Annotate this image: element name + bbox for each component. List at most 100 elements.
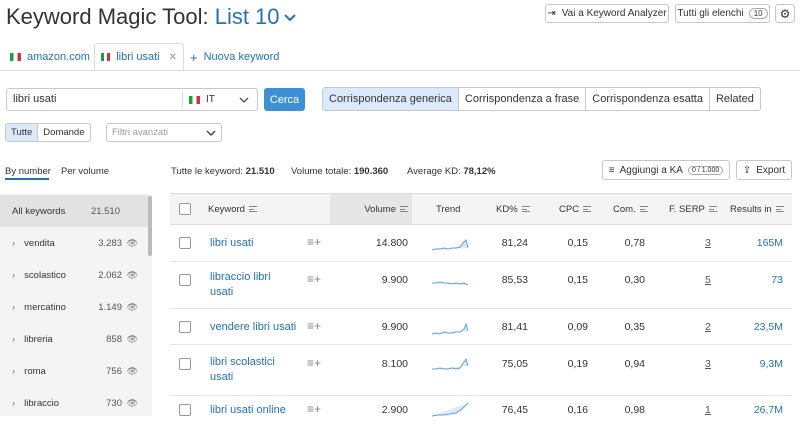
match-type-selector: Corrispondenza generica Corrispondenza a… xyxy=(322,87,761,111)
col-label: Com. xyxy=(613,203,636,215)
eye-icon[interactable]: 👁 xyxy=(127,366,138,377)
all-lists-label: Tutti gli elenchi xyxy=(677,8,744,19)
tab-amazon[interactable]: amazon.com xyxy=(10,43,90,71)
serp-features[interactable]: 5 xyxy=(705,274,711,286)
sidebar-item-label: libreria xyxy=(24,333,53,345)
volume-value: 9.900 xyxy=(381,274,408,286)
sidebar-item-all[interactable]: All keywords 21.510 xyxy=(0,195,148,227)
settings-button[interactable]: ⚙ xyxy=(775,4,795,23)
summary-kd: Average KD: 78,12% xyxy=(407,166,496,177)
col-cpc[interactable]: CPC xyxy=(559,194,592,224)
add-to-ka-button[interactable]: ≡ Aggiungi a KA 0 / 1.000 xyxy=(602,160,730,180)
country-select[interactable]: IT xyxy=(189,94,215,105)
keyword-link[interactable]: libri scolastici usati xyxy=(210,355,290,385)
add-to-list-icon[interactable]: ≡+ xyxy=(307,356,321,370)
match-phrase[interactable]: Corrispondenza a frase xyxy=(459,88,587,110)
summary-all: Tutte le keyword: 21.510 xyxy=(171,166,275,177)
export-button[interactable]: ⇪ Export xyxy=(736,160,792,180)
add-to-list-icon[interactable]: ≡+ xyxy=(307,272,321,286)
search-input[interactable]: libri usati IT xyxy=(6,88,258,111)
match-broad[interactable]: Corrispondenza generica xyxy=(323,88,459,110)
col-serp[interactable]: F. SERP xyxy=(669,194,717,224)
eye-icon[interactable]: 👁 xyxy=(127,334,138,345)
summary-kd-value: 78,12% xyxy=(463,166,496,177)
add-to-list-icon[interactable]: ≡+ xyxy=(307,235,321,249)
kd-value: 85,53 xyxy=(501,274,528,286)
close-icon[interactable]: ✕ xyxy=(169,52,177,63)
col-label: Results in xyxy=(730,203,772,215)
keyword-link[interactable]: libraccio libri usati xyxy=(210,270,290,300)
col-results[interactable]: Results in xyxy=(730,194,784,224)
match-related[interactable]: Related xyxy=(710,88,760,110)
add-to-list-icon[interactable]: ≡+ xyxy=(307,319,321,333)
row-checkbox[interactable] xyxy=(179,358,191,370)
serp-features[interactable]: 2 xyxy=(705,321,711,333)
sidebar-item-group[interactable]: › scolastico 2.062 👁 xyxy=(0,259,148,291)
gear-icon: ⚙ xyxy=(779,6,791,21)
add-ka-label: Aggiungi a KA xyxy=(619,164,683,176)
col-keyword[interactable]: Keyword xyxy=(208,194,257,224)
row-checkbox[interactable] xyxy=(179,404,191,416)
col-com[interactable]: Com. xyxy=(613,194,648,224)
cpc-value: 0,15 xyxy=(567,274,588,286)
advanced-filters-select[interactable]: Filtri avanzati xyxy=(106,123,222,142)
select-all-checkbox[interactable] xyxy=(179,203,191,215)
sidebar-item-count: 3.283 xyxy=(98,237,122,249)
tab-label: amazon.com xyxy=(27,51,90,63)
sidebar-item-group[interactable]: › vendita 3.283 👁 xyxy=(0,227,148,259)
col-label: F. SERP xyxy=(669,203,705,215)
tab-libri-usati[interactable]: libri usati ✕ xyxy=(94,43,184,71)
sidebar-item-label: All keywords xyxy=(12,205,66,217)
eye-icon[interactable]: 👁 xyxy=(127,398,138,409)
group-by-volume[interactable]: Per volume xyxy=(61,166,109,177)
results-link[interactable]: 9,3M xyxy=(748,358,783,370)
sidebar-item-count: 858 xyxy=(106,333,122,345)
serp-features[interactable]: 3 xyxy=(705,358,711,370)
new-keyword-tab[interactable]: + Nuova keyword xyxy=(190,43,279,71)
eye-icon[interactable]: 👁 xyxy=(127,238,138,249)
group-by-volume-label: Per volume xyxy=(61,166,110,177)
chevron-right-icon: › xyxy=(12,397,16,409)
search-button[interactable]: Cerca xyxy=(264,88,305,111)
row-checkbox[interactable] xyxy=(179,237,191,249)
sort-icon xyxy=(400,206,408,212)
eye-icon[interactable]: 👁 xyxy=(127,302,138,313)
sort-icon xyxy=(521,206,530,212)
keyword-analyzer-button[interactable]: ⇥ Vai a Keyword Analyzer xyxy=(545,4,669,23)
row-checkbox[interactable] xyxy=(179,274,191,286)
match-exact[interactable]: Corrispondenza esatta xyxy=(586,88,710,110)
add-to-list-icon[interactable]: ≡+ xyxy=(307,402,321,416)
trend-sparkline xyxy=(432,402,468,417)
arrow-right-icon: ⇥ xyxy=(547,8,556,19)
results-link[interactable]: 23,5M xyxy=(748,321,783,333)
keyword-link[interactable]: libri usati xyxy=(210,236,253,251)
eye-icon[interactable]: 👁 xyxy=(127,270,138,281)
results-link[interactable]: 26,7M xyxy=(748,404,783,416)
com-value: 0,98 xyxy=(624,404,645,416)
sidebar-item-group[interactable]: › libreria 858 👁 xyxy=(0,323,148,355)
filter-questions[interactable]: Domande xyxy=(38,124,89,141)
sidebar-item-group[interactable]: › libraccio 730 👁 xyxy=(0,387,148,419)
sidebar-item-count: 1.149 xyxy=(98,301,122,313)
group-by-number[interactable]: By number xyxy=(5,166,51,177)
volume-value: 14.800 xyxy=(375,237,408,249)
filter-all[interactable]: Tutte xyxy=(6,124,39,141)
col-label: KD% xyxy=(496,203,518,215)
advanced-filters-placeholder: Filtri avanzati xyxy=(112,127,168,138)
list-selector[interactable]: List 10 xyxy=(215,4,296,29)
sidebar-item-group[interactable]: › mercatino 1.149 👁 xyxy=(0,291,148,323)
col-kd[interactable]: KD% xyxy=(496,194,530,224)
col-volume[interactable]: Volume xyxy=(330,194,412,224)
row-checkbox[interactable] xyxy=(179,321,191,333)
serp-features[interactable]: 3 xyxy=(705,237,711,249)
all-lists-button[interactable]: Tutti gli elenchi 10 xyxy=(675,4,770,23)
serp-features[interactable]: 1 xyxy=(705,404,711,416)
volume-value: 8.100 xyxy=(381,358,408,370)
keyword-analyzer-label: Vai a Keyword Analyzer xyxy=(561,8,667,19)
col-label: Trend xyxy=(436,203,461,215)
results-link[interactable]: 165M xyxy=(755,237,783,249)
keyword-link[interactable]: vendere libri usati xyxy=(210,320,296,335)
results-link[interactable]: 73 xyxy=(755,274,783,286)
sidebar-item-group[interactable]: › roma 756 👁 xyxy=(0,355,148,387)
sidebar-scrollbar[interactable] xyxy=(148,196,152,256)
